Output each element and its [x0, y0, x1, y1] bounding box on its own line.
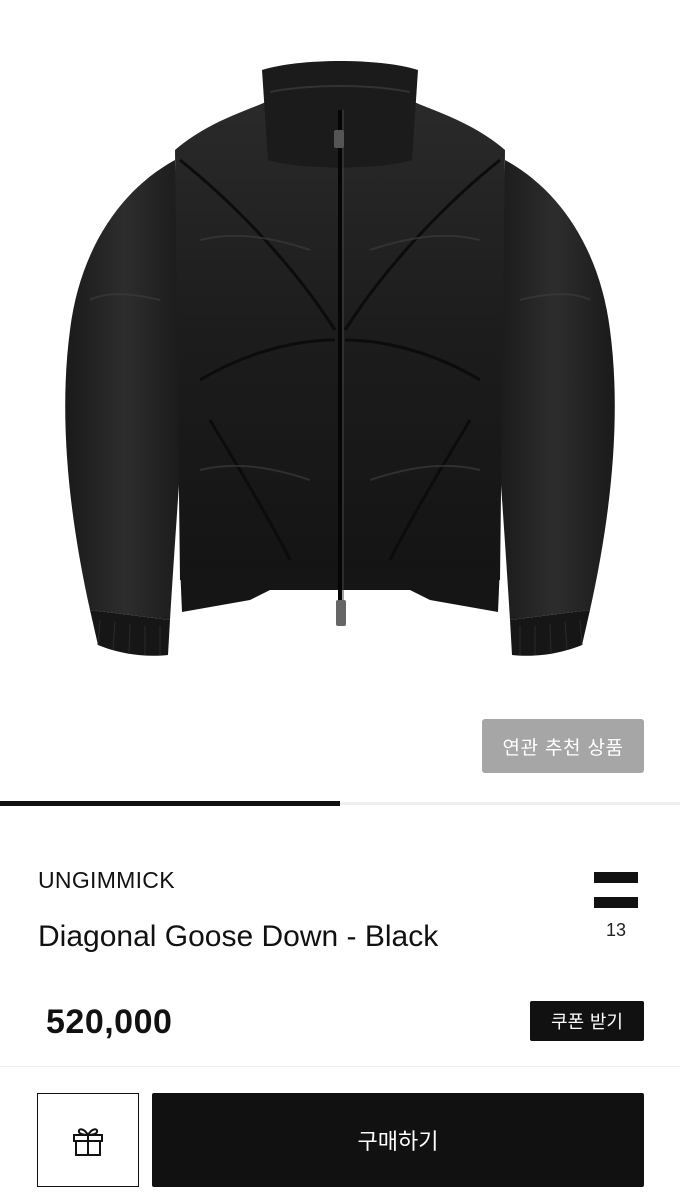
product-name: Diagonal Goose Down - Black	[38, 920, 439, 953]
divider	[0, 1066, 680, 1067]
get-coupon-button[interactable]: 쿠폰 받기	[530, 1001, 644, 1041]
count-value: 13	[605, 920, 627, 940]
gallery-progress-fill	[0, 801, 340, 806]
gift-button[interactable]	[37, 1093, 139, 1187]
gift-icon	[73, 1128, 103, 1156]
gallery-progress-track	[0, 801, 680, 806]
buy-button[interactable]: 구매하기	[152, 1093, 644, 1187]
equals-icon	[594, 872, 638, 908]
brand-name[interactable]: UNGIMMICK	[38, 867, 175, 894]
count-widget[interactable]: 13	[593, 872, 639, 941]
jacket-illustration	[65, 61, 615, 656]
product-price: 520,000	[46, 1003, 173, 1041]
related-products-button[interactable]: 연관 추천 상품	[482, 719, 644, 773]
product-image[interactable]	[0, 0, 680, 700]
